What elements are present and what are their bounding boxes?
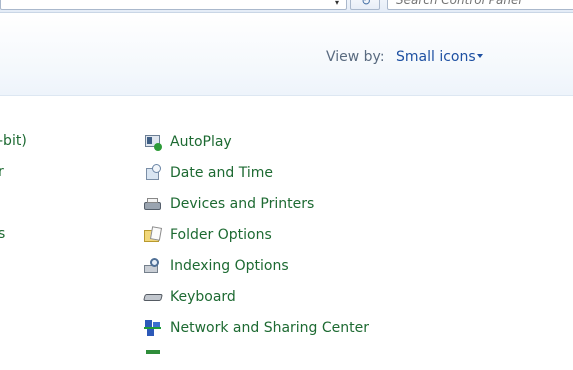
left-column-item-fragment[interactable]: r	[0, 164, 4, 180]
keyboard-icon	[143, 288, 163, 306]
left-column-item-fragment[interactable]: s	[0, 226, 5, 242]
item-date-and-time[interactable]: Date and Time	[144, 162, 273, 184]
item-indexing-options[interactable]: Indexing Options	[144, 255, 289, 277]
item-autoplay[interactable]: AutoPlay	[144, 131, 232, 153]
folder-options-icon	[144, 226, 163, 244]
indexing-options-icon	[144, 257, 162, 275]
item-folder-options[interactable]: Folder Options	[144, 224, 272, 246]
item-label: Network and Sharing Center	[170, 320, 370, 336]
item-devices-and-printers[interactable]: Devices and Printers	[144, 193, 314, 215]
refresh-icon: ↻	[361, 0, 372, 8]
devices-printers-icon	[144, 195, 162, 213]
item-label: AutoPlay	[170, 134, 232, 150]
item-label: Date and Time	[170, 165, 273, 181]
item-label: Indexing Options	[170, 258, 289, 274]
search-box[interactable]	[387, 0, 573, 10]
item-partially-visible[interactable]	[144, 348, 170, 370]
item-label: Keyboard	[170, 289, 236, 305]
address-dropdown-icon[interactable]: ▾	[335, 0, 339, 7]
view-by-dropdown[interactable]: Small icons	[396, 49, 476, 65]
item-keyboard[interactable]: Keyboard	[143, 286, 236, 308]
item-network-and-sharing-center[interactable]: Network and Sharing Center	[144, 317, 369, 339]
item-label: Devices and Printers	[170, 196, 315, 212]
left-column-item-fragment[interactable]: -bit)	[0, 133, 27, 149]
date-time-icon	[144, 164, 162, 182]
window-toolbar: ▾ ↻	[0, 0, 573, 13]
network-sharing-icon	[144, 319, 162, 337]
chevron-down-icon[interactable]	[477, 54, 483, 58]
content-header	[0, 13, 573, 96]
autoplay-icon	[144, 133, 162, 151]
item-label: Folder Options	[170, 227, 272, 243]
view-by-label: View by:	[326, 49, 385, 65]
search-input[interactable]	[396, 0, 566, 9]
refresh-button[interactable]: ↻	[350, 0, 380, 10]
address-bar[interactable]	[0, 0, 347, 10]
